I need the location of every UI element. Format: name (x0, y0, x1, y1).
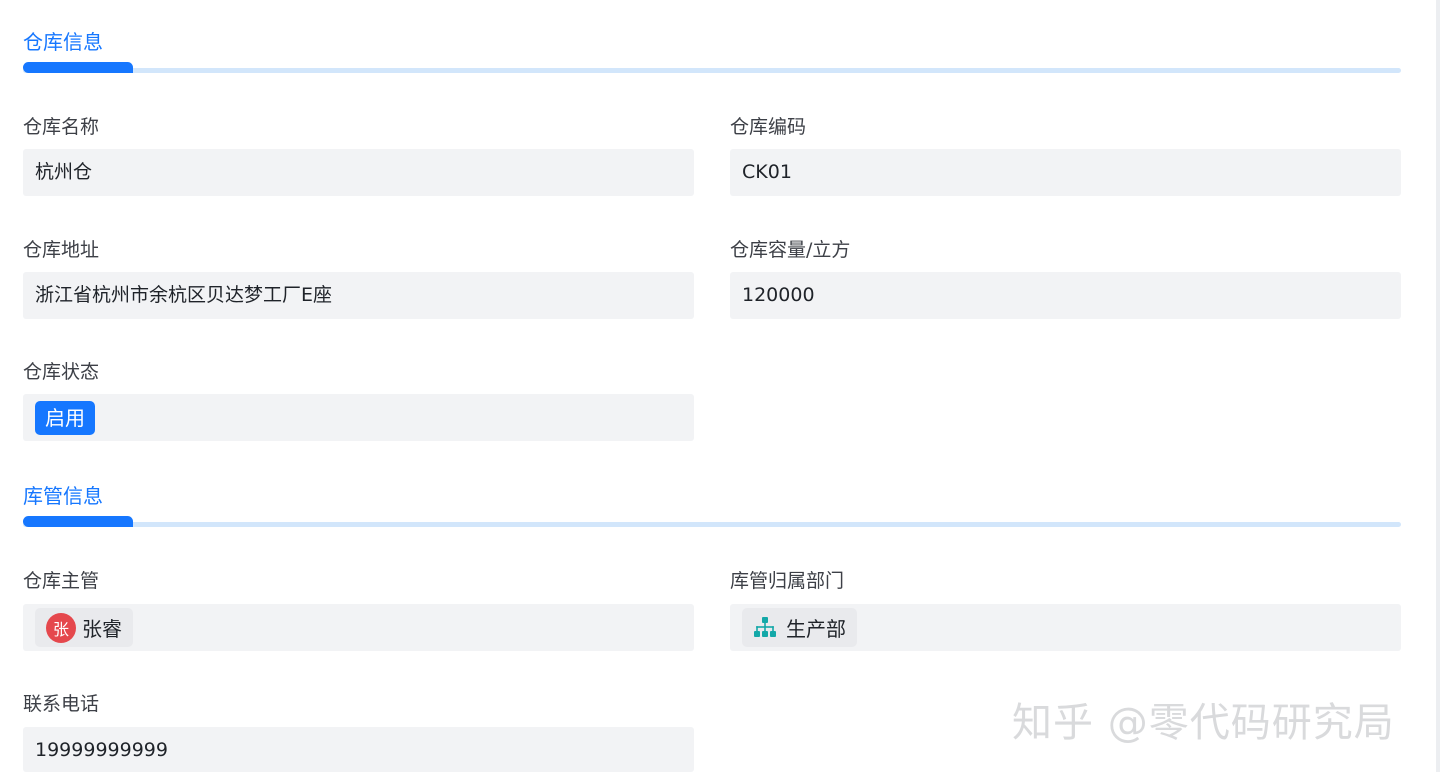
avatar: 张 (46, 612, 76, 643)
field-warehouse-manager[interactable]: 张 张睿 (23, 604, 694, 651)
divider-track (23, 522, 1401, 527)
user-chip[interactable]: 张 张睿 (35, 608, 133, 647)
field-value: 杭州仓 (35, 161, 93, 183)
field-label-warehouse-capacity: 仓库容量/立方 (730, 239, 851, 261)
divider-accent (23, 62, 133, 73)
field-label-warehouse-name: 仓库名称 (23, 116, 100, 138)
field-label-warehouse-manager: 仓库主管 (23, 570, 100, 592)
field-phone[interactable]: 19999999999 (23, 727, 694, 772)
divider-accent (23, 516, 133, 527)
field-warehouse-capacity[interactable]: 120000 (730, 272, 1401, 319)
department-chip[interactable]: 生产部 (742, 608, 857, 647)
user-name: 张睿 (82, 617, 122, 641)
field-warehouse-name[interactable]: 杭州仓 (23, 149, 694, 196)
section-divider (23, 62, 1401, 74)
field-label-warehouse-code: 仓库编码 (730, 116, 807, 138)
section-title-keeper-info: 库管信息 (23, 484, 103, 508)
status-badge: 启用 (35, 401, 95, 435)
org-chart-icon (754, 616, 776, 637)
field-value: 120000 (742, 284, 815, 306)
field-value: 浙江省杭州市余杭区贝达梦工厂E座 (35, 284, 333, 306)
field-warehouse-code[interactable]: CK01 (730, 149, 1401, 196)
divider-track (23, 68, 1401, 73)
field-label-warehouse-address: 仓库地址 (23, 239, 100, 261)
field-department[interactable]: 生产部 (730, 604, 1401, 651)
field-warehouse-address[interactable]: 浙江省杭州市余杭区贝达梦工厂E座 (23, 272, 694, 319)
field-value: 19999999999 (35, 739, 168, 761)
field-warehouse-status[interactable]: 启用 (23, 394, 694, 441)
scrollbar[interactable] (1436, 0, 1440, 772)
field-label-department: 库管归属部门 (730, 570, 845, 592)
field-label-phone: 联系电话 (23, 693, 100, 715)
watermark: 知乎 @零代码研究局 (1012, 700, 1395, 746)
section-divider (23, 516, 1401, 528)
department-name: 生产部 (786, 617, 846, 641)
field-value: CK01 (742, 161, 792, 183)
section-title-warehouse-info: 仓库信息 (23, 30, 103, 54)
field-label-warehouse-status: 仓库状态 (23, 361, 100, 383)
